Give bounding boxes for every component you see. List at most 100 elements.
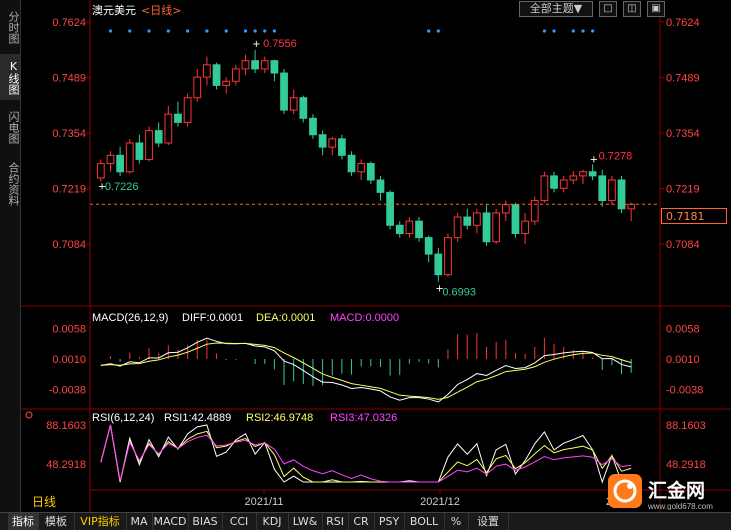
rsi2-label: RSI2:46.9748 xyxy=(246,412,313,424)
candle-body xyxy=(395,224,404,235)
candle-body xyxy=(125,142,134,173)
range-label[interactable]: 日线 xyxy=(20,494,102,511)
price-label-right: 0.7489 xyxy=(666,73,700,85)
price-label-right: 0.7624 xyxy=(666,17,700,29)
candle-body xyxy=(366,163,375,181)
candle-body xyxy=(550,175,558,189)
bottom-tab-7[interactable]: KDJ xyxy=(256,513,289,530)
candle-body xyxy=(96,163,105,179)
candle-body xyxy=(530,200,539,222)
candle-body xyxy=(309,117,317,136)
candle-body xyxy=(328,138,337,148)
signal-dot xyxy=(108,29,113,33)
candle-body xyxy=(424,237,433,255)
bottom-tab-1[interactable]: 模板 xyxy=(38,513,75,530)
price-label-left: 0.7489 xyxy=(52,73,86,85)
bottom-tab-bar: 指标 模板 VIP指标 MA MACD BIAS CCI KDJ LW& RSI CR PSY BOLL… xyxy=(0,512,731,530)
candle-body xyxy=(222,80,231,86)
price-label-right: 0.7219 xyxy=(666,184,700,196)
signal-dot xyxy=(243,29,248,33)
split-window-button[interactable]: ◫ xyxy=(623,1,641,17)
rsi3-line xyxy=(100,424,632,483)
bottom-tab-14[interactable]: 设置 xyxy=(468,513,509,530)
candle-body xyxy=(376,179,385,193)
candle-body xyxy=(154,130,163,144)
macd-axis-left: 0.0058 xyxy=(52,324,86,336)
maximize-window-button[interactable]: ▣ xyxy=(647,1,665,17)
price-label-left: 0.7354 xyxy=(52,128,86,140)
left-annotation: 0.7226 xyxy=(105,181,139,193)
candle-body xyxy=(521,220,529,235)
candle-body xyxy=(608,179,616,202)
candles xyxy=(96,49,636,282)
bottom-tab-11[interactable]: PSY xyxy=(374,513,405,530)
candle-body xyxy=(193,76,202,99)
bottom-tab-4[interactable]: MACD xyxy=(152,513,189,530)
candle-body xyxy=(145,130,153,160)
signal-dot xyxy=(571,29,575,33)
candle-body xyxy=(203,64,211,78)
candle-body xyxy=(434,253,443,276)
bottom-tab-10[interactable]: CR xyxy=(348,513,375,530)
theme-dropdown-button[interactable]: 全部主题▼ xyxy=(519,1,593,17)
candle-body xyxy=(106,154,115,165)
signal-dot xyxy=(147,29,151,33)
macd-axis-left: 0.0010 xyxy=(52,354,86,366)
bottom-tab-12[interactable]: BOLL xyxy=(404,513,445,530)
candle-body xyxy=(444,237,452,276)
signal-dot xyxy=(186,29,190,33)
candle-body xyxy=(511,204,520,235)
macd-axis-left: -0.0038 xyxy=(49,384,86,396)
rsi-title: RSI(6,12,24) xyxy=(92,412,154,424)
candle-body xyxy=(559,179,568,189)
rsi-axis-right: 88.1603 xyxy=(666,420,706,432)
sidebar-tab-lightning[interactable]: 闪电图 xyxy=(0,104,20,150)
candle-body xyxy=(473,212,481,226)
date-label: 2021/12 xyxy=(420,496,460,508)
signal-dot xyxy=(205,29,209,33)
signal-dot xyxy=(436,29,440,33)
sidebar-tab-kline[interactable]: K线图 xyxy=(0,54,20,100)
bottom-tab-2[interactable]: VIP指标 xyxy=(74,513,127,530)
sidebar-tab-contract-info[interactable]: 合约资料 xyxy=(0,154,20,214)
rsi1-line xyxy=(100,424,632,484)
bottom-tab-0[interactable]: 指标 xyxy=(8,513,39,530)
candle-body xyxy=(289,97,298,111)
price-label-left: 0.7084 xyxy=(52,239,86,251)
candle-body xyxy=(164,113,173,144)
candle-body xyxy=(318,134,327,148)
candle-body xyxy=(251,60,259,70)
restore-window-button[interactable]: □ xyxy=(599,1,617,17)
date-label: 2021/11 xyxy=(245,496,284,508)
macd-axis-right: 0.0058 xyxy=(666,324,700,336)
symbol-title: 澳元美元 xyxy=(92,4,136,17)
chart-canvas: 0.7624 0.7624 0.7489 0.7489 0.7354 0.7354 0.72… xyxy=(20,0,731,512)
logo-url: www.gold678.com xyxy=(647,502,713,510)
rsi-settings-icon xyxy=(25,411,33,419)
candle-body xyxy=(260,60,269,70)
candle-body xyxy=(598,175,607,202)
bottom-tab-5[interactable]: BIAS xyxy=(188,513,223,530)
candle-body xyxy=(174,113,182,123)
bottom-tab-3[interactable]: MA xyxy=(126,513,153,530)
signal-dot xyxy=(272,29,276,33)
bottom-tab-9[interactable]: RSI xyxy=(322,513,349,530)
candle-body xyxy=(579,171,587,177)
period-label[interactable]: <日线> xyxy=(141,2,181,18)
bottom-tab-6[interactable]: CCI xyxy=(222,513,257,530)
signal-dot xyxy=(552,29,556,33)
bottom-tab-8[interactable]: LW& xyxy=(288,513,323,530)
candle-body xyxy=(280,72,288,111)
low-annotation: 0.6993 xyxy=(442,287,476,299)
candle-body xyxy=(540,175,549,202)
candle-body xyxy=(453,216,462,239)
signal-dot xyxy=(166,29,170,33)
price-label-left: 0.7219 xyxy=(52,184,86,196)
sidebar-tab-timeshare[interactable]: 分时图 xyxy=(0,4,20,50)
macd-dea-label: DEA:0.0001 xyxy=(256,312,315,324)
macd-title: MACD(26,12,9) xyxy=(92,312,168,324)
bottom-tab-13[interactable]: % xyxy=(444,513,469,530)
rsi3-label: RSI3:47.0326 xyxy=(330,412,397,424)
candle-body xyxy=(299,97,308,119)
price-label-left: 0.7624 xyxy=(52,17,86,29)
